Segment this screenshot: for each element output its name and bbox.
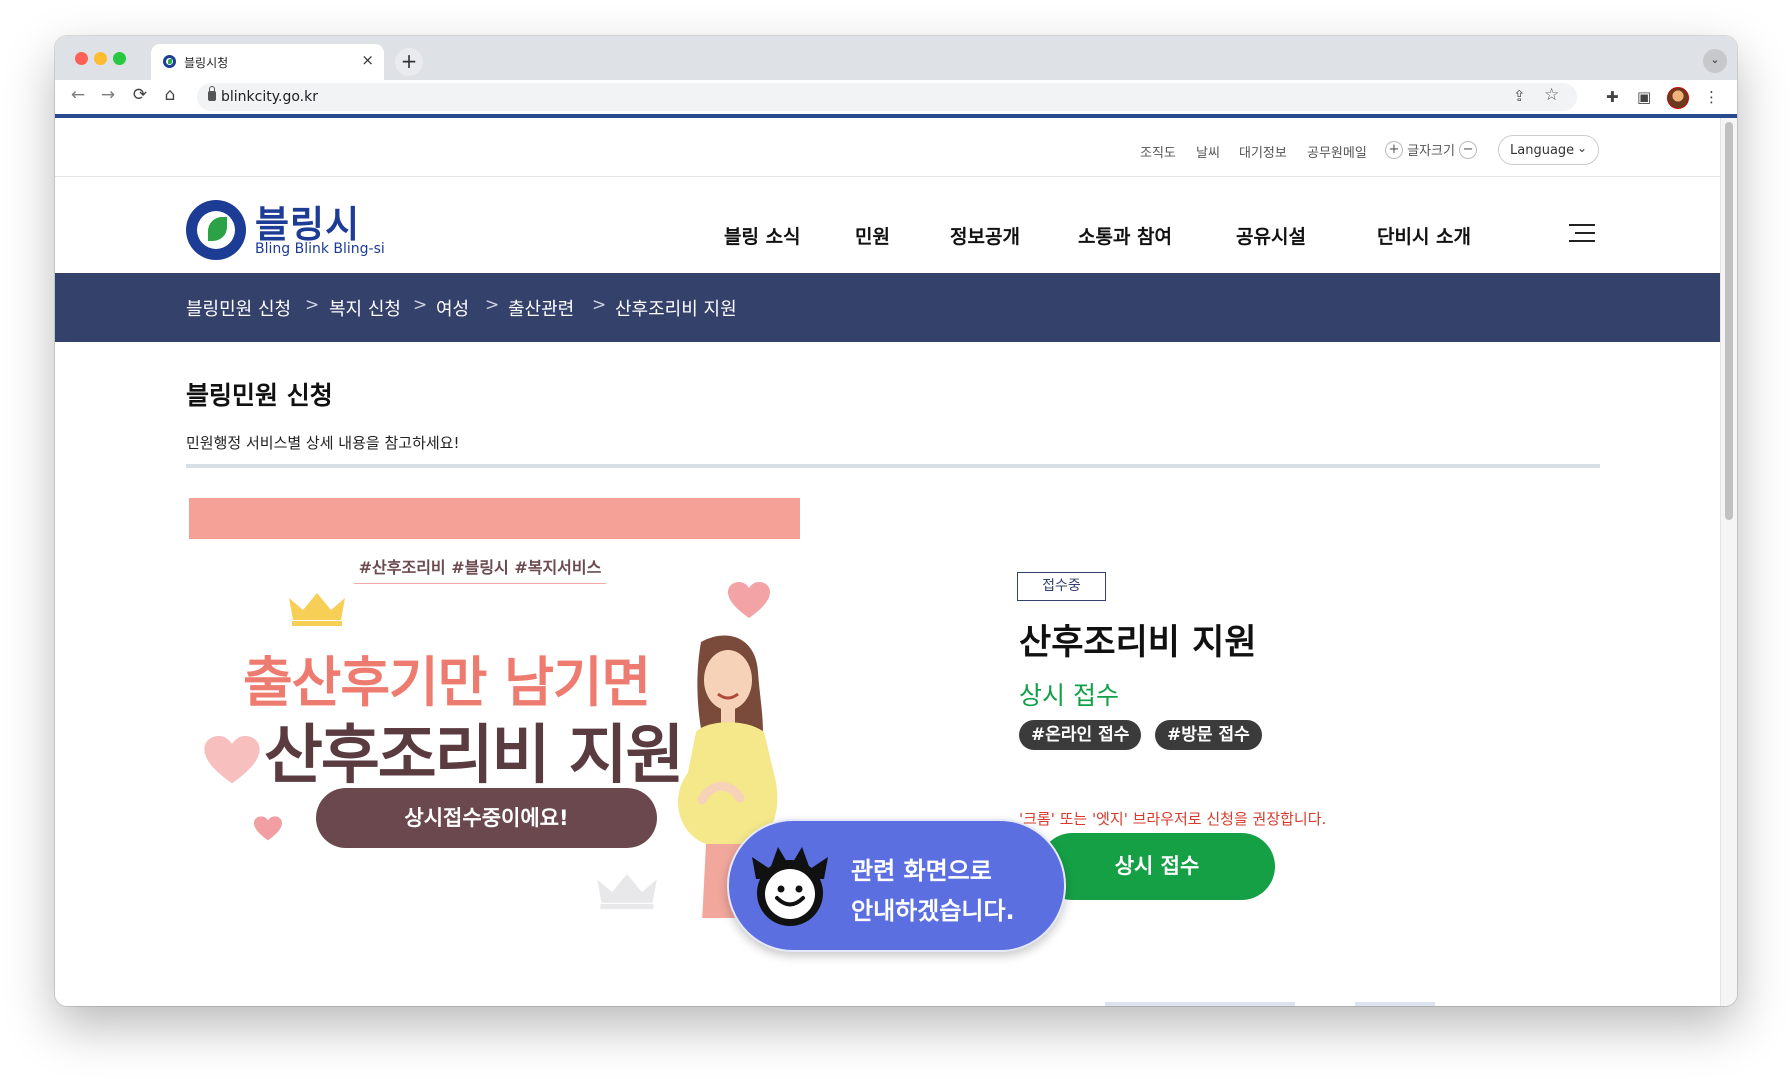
util-link-org-chart[interactable]: 조직도 (1140, 142, 1176, 161)
header-divider (55, 176, 1720, 177)
profile-avatar[interactable] (1667, 87, 1689, 109)
heart-icon (728, 582, 770, 618)
more-menu-icon[interactable]: ⋮ (1704, 88, 1719, 106)
logo-english-text[interactable]: Bling Blink Bling-si (255, 241, 385, 257)
url-text[interactable]: blinkcity.go.kr (221, 89, 318, 105)
heart-icon (204, 736, 260, 784)
service-tag: #온라인 접수 (1019, 720, 1142, 750)
address-bar[interactable]: blinkcity.go.kr ⇪ ☆ (197, 83, 1577, 111)
banner-top-strip (189, 498, 800, 539)
bookmark-star-icon[interactable]: ☆ (1544, 85, 1559, 105)
breadcrumb-current: 산후조리비 지원 (615, 299, 737, 320)
crown-icon (289, 593, 345, 626)
breadcrumb-item[interactable]: 출산관련 (508, 295, 574, 321)
logo-korean-text[interactable]: 블링시 (255, 194, 360, 248)
tab-bar: 블링시청 × + ⌄ (55, 36, 1737, 80)
promo-banner: #산후조리비 #블링시 #복지서비스 출산후기만 남기면 산후조리비 지원 상시… (186, 498, 802, 918)
util-link-staff-mail[interactable]: 공무원메일 (1307, 142, 1367, 161)
close-window-button[interactable] (75, 52, 88, 65)
breadcrumb-item[interactable]: 여성 (436, 295, 469, 321)
guide-line: 관련 화면으로 (851, 857, 992, 885)
font-size-label: 글자크기 (1407, 144, 1455, 159)
heart-icon (254, 816, 282, 841)
page-title: 블링민원 신청 (186, 381, 333, 410)
section-divider (186, 464, 1600, 468)
banner-pill: 상시접수중이에요! (316, 788, 657, 848)
city-logo-icon[interactable] (186, 200, 246, 260)
web-page: 조직도 날씨 대기정보 공무원메일 + 글자크기 − Language ⌄ 블링… (55, 118, 1720, 1006)
site-favicon-icon (163, 55, 176, 68)
partially-visible-content (1355, 1002, 1435, 1006)
tab-search-chevron-icon[interactable]: ⌄ (1703, 49, 1727, 73)
side-panel-icon[interactable]: ▣ (1637, 88, 1651, 106)
extensions-puzzle-icon[interactable]: ✚ (1606, 88, 1619, 106)
vertical-scrollbar[interactable] (1720, 118, 1737, 1006)
breadcrumb-item[interactable]: 복지 신청 (329, 295, 401, 321)
reload-icon[interactable]: ⟳ (129, 85, 151, 105)
service-title: 산후조리비 지원 (1019, 623, 1257, 663)
font-increase-button[interactable]: + (1385, 140, 1403, 159)
util-link-weather[interactable]: 날씨 (1196, 142, 1220, 161)
browser-notice: '크롬' 또는 '엣지' 브라우저로 신청을 권장합니다. (1019, 810, 1327, 828)
new-tab-button[interactable]: + (395, 48, 423, 76)
gnb-item-news[interactable]: 블링 소식 (724, 222, 801, 249)
guide-message: 관련 화면으로 안내하겠습니다. (851, 851, 1015, 931)
font-size-control: + 글자크기 − (1385, 140, 1485, 162)
util-link-air-quality[interactable]: 대기정보 (1239, 142, 1287, 161)
lock-icon (208, 86, 216, 101)
gnb-item-civil[interactable]: 민원 (855, 222, 890, 249)
breadcrumb-separator-icon: > (413, 295, 428, 315)
tab-close-icon[interactable]: × (361, 51, 374, 69)
hamburger-menu-icon[interactable] (1569, 224, 1595, 242)
breadcrumb-separator-icon: > (485, 295, 500, 315)
breadcrumb-separator-icon: > (592, 295, 607, 315)
language-select[interactable]: Language ⌄ (1498, 135, 1599, 165)
crown-icon (597, 874, 657, 910)
home-icon[interactable]: ⌂ (159, 85, 181, 105)
status-badge: 접수중 (1017, 572, 1106, 601)
minimize-window-button[interactable] (94, 52, 107, 65)
forward-arrow-icon[interactable]: → (97, 85, 119, 105)
gnb-item-facilities[interactable]: 공유시설 (1236, 222, 1306, 249)
browser-tab[interactable]: 블링시청 × (151, 44, 384, 80)
service-status: 상시 접수 (1019, 681, 1119, 710)
language-label: Language (1510, 143, 1575, 158)
back-arrow-icon[interactable]: ← (67, 85, 89, 105)
breadcrumb-separator-icon: > (305, 295, 320, 315)
banner-hashtags: #산후조리비 #블링시 #복지서비스 (354, 554, 606, 584)
scrollbar-thumb[interactable] (1725, 122, 1733, 520)
share-icon[interactable]: ⇪ (1513, 87, 1526, 105)
gnb-item-participation[interactable]: 소통과 참여 (1078, 222, 1172, 249)
service-tag: #방문 접수 (1155, 720, 1262, 750)
page-description: 민원행정 서비스별 상세 내용을 참고하세요! (186, 434, 460, 452)
tab-title: 블링시청 (184, 56, 229, 70)
banner-title: 산후조리비 지원 (264, 719, 684, 793)
gnb-item-info[interactable]: 정보공개 (950, 222, 1020, 249)
font-decrease-button[interactable]: − (1459, 140, 1478, 159)
breadcrumb-item[interactable]: 블링민원 신청 (186, 295, 291, 321)
apply-button[interactable]: 상시 접수 (1039, 833, 1275, 900)
guide-bubble[interactable]: 관련 화면으로 안내하겠습니다. (727, 819, 1066, 952)
browser-window: 블링시청 × + ⌄ ← → ⟳ ⌂ blinkcity.go.kr ⇪ ☆ ✚… (55, 36, 1737, 1006)
partially-visible-content (1105, 1002, 1295, 1006)
chevron-down-icon: ⌄ (1576, 141, 1587, 155)
gnb-item-about[interactable]: 단비시 소개 (1377, 222, 1471, 249)
browser-toolbar: ← → ⟳ ⌂ blinkcity.go.kr ⇪ ☆ ✚ ▣ ⋮ (55, 80, 1737, 114)
zoom-window-button[interactable] (113, 52, 126, 65)
smiley-mascot-icon (752, 847, 828, 926)
guide-line: 안내하겠습니다. (851, 897, 1015, 925)
breadcrumb: 블링민원 신청 > 복지 신청 > 여성 > 출산관련 > 산후조리비 지원 (55, 273, 1720, 342)
